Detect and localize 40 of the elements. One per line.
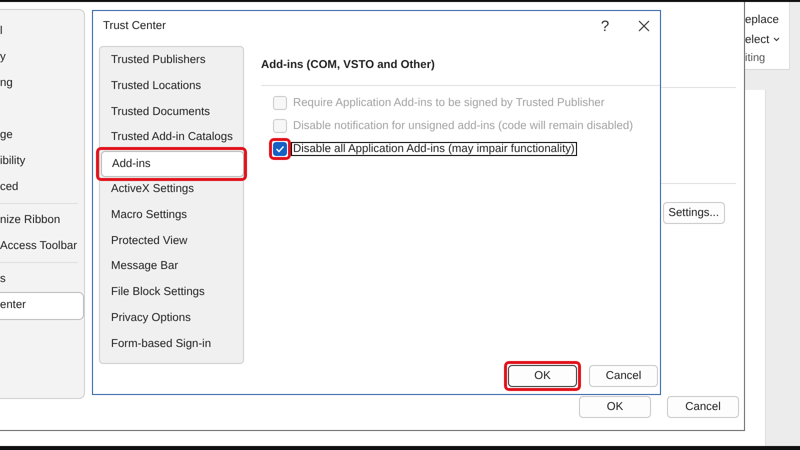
- category-item[interactable]: Trusted Add-in Catalogs: [100, 125, 243, 152]
- nav-item[interactable]: s: [0, 266, 78, 292]
- category-item[interactable]: Trusted Locations: [100, 74, 243, 100]
- category-item[interactable]: Macro Settings: [100, 202, 243, 229]
- ok-button[interactable]: OK: [508, 365, 577, 387]
- cancel-button[interactable]: Cancel: [589, 365, 658, 387]
- checkbox-label: Disable all Application Add-ins (may impair functionality): [291, 142, 577, 156]
- checkbox-label: Require Application Add-ins to be signed by Trusted Publisher: [292, 96, 606, 110]
- category-item[interactable]: Privacy Options: [100, 306, 243, 332]
- ribbon-command[interactable]: elect: [745, 34, 770, 46]
- section-heading: Add-ins (COM, VSTO and Other): [261, 59, 436, 73]
- nav-item[interactable]: l: [0, 18, 84, 44]
- dialog-button[interactable]: OK: [579, 396, 651, 418]
- category-item[interactable]: Trusted Publishers: [100, 48, 243, 74]
- category-item[interactable]: File Block Settings: [100, 280, 243, 306]
- chevron-icon: [773, 37, 780, 42]
- category-item[interactable]: Add-ins: [101, 151, 244, 177]
- category-item[interactable]: Trusted Documents: [100, 100, 243, 126]
- checkbox[interactable]: [273, 142, 287, 156]
- nav-item[interactable]: ng: [0, 70, 84, 96]
- nav-item[interactable]: Access Toolbar: [0, 233, 78, 259]
- close-button[interactable]: [636, 18, 652, 34]
- settings-button[interactable]: Settings...: [663, 202, 725, 224]
- dialog-button[interactable]: Cancel: [667, 396, 739, 418]
- nav-item[interactable]: ibility: [0, 148, 84, 174]
- category-item[interactable]: Protected View: [100, 228, 243, 254]
- nav-item[interactable]: enter: [0, 292, 84, 320]
- checkbox-label: Disable notification for unsigned add-ins (code will remain disabled): [292, 118, 634, 132]
- nav-item[interactable]: ge: [0, 122, 84, 148]
- nav-item[interactable]: nize Ribbon: [0, 207, 78, 233]
- nav-item[interactable]: ced: [0, 174, 84, 200]
- check-icon: [275, 144, 285, 152]
- ribbon-command[interactable]: eplace: [745, 14, 779, 26]
- category-item[interactable]: Form-based Sign-in: [100, 332, 243, 358]
- category-item[interactable]: ActiveX Settings: [100, 176, 243, 203]
- category-item[interactable]: Message Bar: [100, 254, 243, 280]
- nav-item[interactable]: y: [0, 44, 84, 70]
- help-button[interactable]: ?: [598, 18, 612, 34]
- group-label: iting: [745, 52, 766, 64]
- dialog-title: Trust Center: [103, 20, 167, 32]
